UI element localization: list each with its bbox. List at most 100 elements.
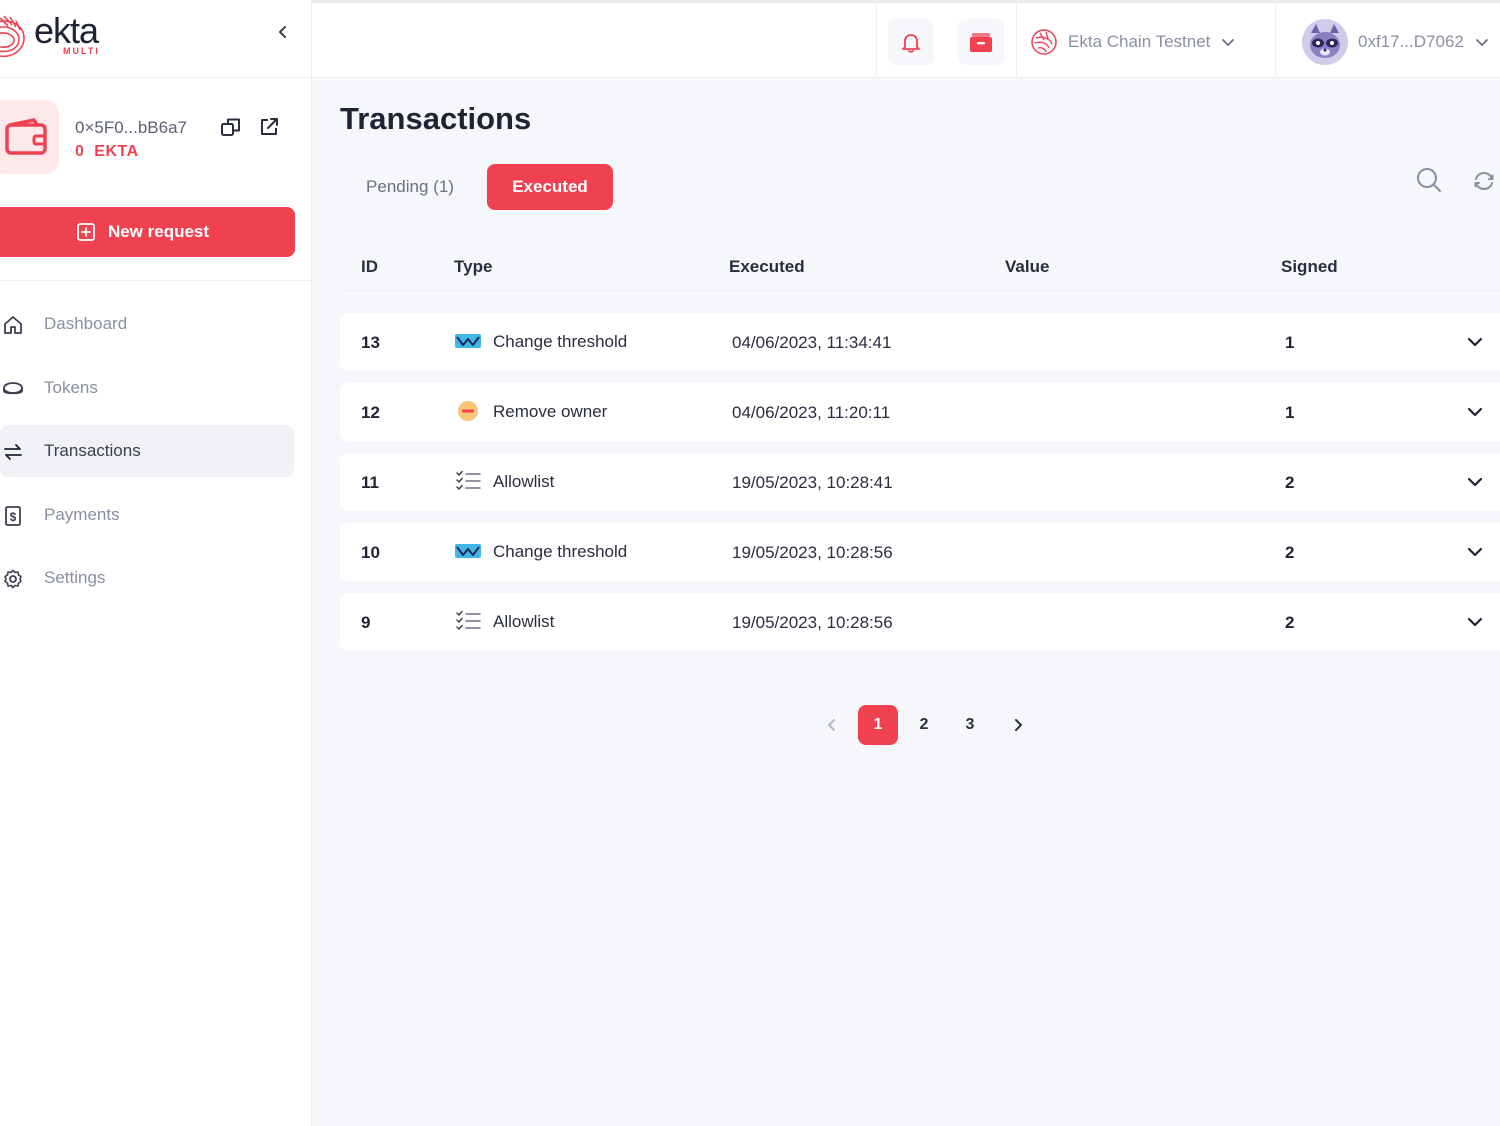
row-id: 11	[361, 473, 379, 492]
tab-executed[interactable]: Executed	[487, 164, 613, 210]
threshold-icon	[455, 334, 481, 348]
chevron-down-icon[interactable]	[1465, 472, 1485, 492]
row-signed: 2	[1285, 473, 1295, 492]
copy-address-button[interactable]	[220, 116, 242, 138]
row-type: Allowlist	[493, 612, 555, 631]
coin-icon	[3, 381, 23, 394]
ekta-network-icon	[1031, 29, 1057, 55]
avatar	[1302, 19, 1348, 65]
wallet-balance-amount: 0	[75, 143, 85, 160]
sidebar-divider	[0, 280, 312, 281]
table-header-divider	[340, 290, 1500, 291]
sidebar-item-payments[interactable]: $ Payments	[0, 489, 312, 541]
network-selector[interactable]: Ekta Chain Testnet	[1030, 25, 1236, 59]
pagination-prev-button[interactable]	[820, 705, 844, 745]
refresh-icon	[1474, 171, 1494, 191]
row-id: 13	[361, 333, 380, 352]
refresh-button[interactable]	[1470, 167, 1498, 195]
wallet-icon	[4, 118, 47, 155]
pagination-page-2[interactable]: 2	[910, 705, 938, 745]
header-divider	[1275, 3, 1276, 78]
row-signed: 1	[1285, 403, 1295, 422]
row-executed: 04/06/2023, 11:34:41	[732, 333, 892, 352]
header-divider	[1016, 3, 1017, 78]
row-signed: 1	[1285, 333, 1295, 352]
collapse-sidebar-button[interactable]	[272, 20, 294, 44]
table-row[interactable]: 12 Remove owner 04/06/2023, 11:20:11 1	[340, 383, 1500, 441]
sidebar-item-label: Payments	[44, 504, 120, 524]
chevron-down-icon[interactable]	[1465, 332, 1485, 352]
row-type: Change threshold	[493, 542, 628, 561]
wallet-address: 0×5F0...bB6a7	[75, 118, 188, 137]
row-signed: 2	[1285, 613, 1295, 632]
row-id: 12	[361, 403, 380, 422]
row-executed: 19/05/2023, 10:28:56	[732, 613, 893, 632]
chevron-left-icon	[279, 26, 286, 38]
sidebar-nav: Dashboard Tokens Transactions $ Payments	[0, 298, 312, 616]
wallet-avatar	[0, 100, 59, 174]
ekta-logo-icon	[0, 15, 25, 58]
chevron-left-icon	[828, 719, 835, 731]
bell-icon	[902, 34, 920, 53]
sidebar-item-label: Settings	[44, 568, 106, 587]
chevron-right-icon	[1015, 719, 1022, 731]
plus-square-icon	[77, 223, 95, 241]
row-executed: 04/06/2023, 11:20:11	[732, 403, 891, 422]
arrows-exchange-icon	[4, 444, 22, 460]
column-header-signed: Signed	[1281, 257, 1338, 276]
column-header-type: Type	[454, 257, 493, 276]
row-type: Allowlist	[493, 472, 555, 491]
network-label: Ekta Chain Testnet	[1068, 32, 1211, 51]
row-executed: 19/05/2023, 10:28:56	[732, 543, 893, 562]
column-header-id: ID	[361, 257, 378, 276]
logo-row: ekta MULTI	[0, 0, 311, 78]
chevron-down-icon[interactable]	[1465, 542, 1485, 562]
table-row[interactable]: 13 Change threshold 04/06/2023, 11:34:41…	[340, 313, 1500, 371]
checklist-icon	[456, 470, 481, 490]
open-explorer-button[interactable]	[258, 116, 280, 138]
brand-sub: MULTI	[63, 46, 100, 56]
new-request-label: New request	[107, 222, 210, 241]
remove-owner-icon	[458, 401, 478, 421]
sidebar-item-tokens[interactable]: Tokens	[0, 362, 312, 414]
threshold-icon	[455, 544, 481, 558]
external-link-icon	[261, 118, 278, 135]
row-executed: 19/05/2023, 10:28:41	[732, 473, 893, 492]
chevron-down-icon	[1475, 39, 1488, 46]
sidebar-item-label: Tokens	[44, 377, 98, 397]
notifications-button[interactable]	[888, 19, 934, 65]
search-button[interactable]	[1414, 165, 1444, 195]
new-request-button[interactable]: New request	[0, 207, 295, 257]
sidebar-item-transactions[interactable]: Transactions	[0, 425, 294, 477]
top-header: Ekta Chain Testnet 0xf17...D7062	[312, 0, 1500, 78]
pagination-page-1[interactable]: 1	[858, 705, 898, 745]
table-row[interactable]: 11 Allowlist 19/05/2023, 10:28:41 2	[340, 453, 1500, 511]
page-title: Transactions	[340, 101, 532, 136]
wallet-connect-button[interactable]	[958, 19, 1004, 65]
account-label: 0xf17...D7062	[1358, 32, 1464, 51]
svg-text:$: $	[10, 510, 17, 524]
search-icon	[1417, 168, 1441, 192]
wallet-balance-symbol: EKTA	[94, 143, 139, 160]
wallet-balance: 0 EKTA	[75, 143, 139, 161]
pagination-page-3[interactable]: 3	[956, 705, 984, 745]
chevron-down-icon[interactable]	[1465, 612, 1485, 632]
raccoon-avatar-icon	[1302, 19, 1348, 65]
wallet-icon	[970, 33, 992, 52]
chevron-down-icon[interactable]	[1465, 402, 1485, 422]
tab-pending[interactable]: Pending (1)	[345, 164, 475, 210]
sidebar-item-label: Transactions	[44, 441, 141, 460]
column-header-value: Value	[1005, 257, 1050, 276]
sidebar-item-dashboard[interactable]: Dashboard	[0, 298, 312, 350]
pagination-next-button[interactable]	[1006, 705, 1030, 745]
sidebar-item-label: Dashboard	[44, 314, 128, 333]
account-selector[interactable]: 0xf17...D7062	[1302, 19, 1490, 65]
table-row[interactable]: 10 Change threshold 19/05/2023, 10:28:56…	[340, 523, 1500, 581]
home-icon	[4, 316, 22, 334]
row-type: Change threshold	[493, 332, 628, 351]
sidebar-item-settings[interactable]: Settings	[0, 552, 312, 604]
sidebar: ekta MULTI 0×5F0...bB6a7 0 EKTA New requ…	[0, 0, 312, 1126]
gear-icon	[4, 569, 22, 589]
table-row[interactable]: 9 Allowlist 19/05/2023, 10:28:56 2	[340, 593, 1500, 651]
checklist-icon	[456, 610, 481, 630]
